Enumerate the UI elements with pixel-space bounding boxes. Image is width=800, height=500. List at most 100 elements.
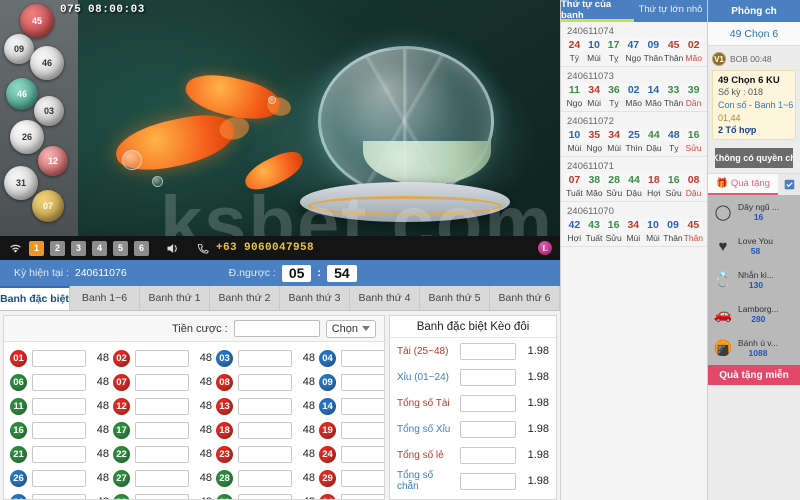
number-bet-cell-31[interactable]: 31 48 [10, 493, 113, 499]
number-bet-cell-33[interactable]: 33 48 [216, 493, 319, 499]
bet-input-09[interactable] [341, 373, 384, 391]
side-bet-row-3[interactable]: Tổng số Xỉu 1.98 [390, 416, 556, 442]
side-bet-input-2[interactable] [460, 394, 516, 412]
bet-input-28[interactable] [238, 469, 292, 487]
number-bet-cell-02[interactable]: 02 48 [113, 349, 216, 367]
number-bet-cell-27[interactable]: 27 48 [113, 469, 216, 487]
tab-banh-thu-6[interactable]: Banh thứ 6 [490, 286, 560, 310]
gift-list[interactable]: ◯ Dây ngũ ... 16 ♥ Love You 58 💍 Nhẫn ki... 130 🚗… [708, 195, 800, 365]
tab-banh-thu-5[interactable]: Banh thứ 5 [420, 286, 490, 310]
side-bet-row-2[interactable]: Tổng số Tài 1.98 [390, 390, 556, 416]
gift-item[interactable]: 💍 Nhẫn ki... 130 [708, 263, 800, 297]
number-bet-cell-09[interactable]: 0948 [319, 373, 384, 391]
live-video-player[interactable]: 45 09 46 46 03 26 12 31 07 075 08:00:03 … [0, 0, 560, 236]
ball-icon-16[interactable]: 16 [10, 421, 27, 439]
ball-icon-08[interactable]: 08 [216, 373, 233, 391]
number-bet-cell-18[interactable]: 18 48 [216, 421, 319, 439]
tab-qua-tang[interactable]: 🎁 Quà tặng [708, 174, 778, 195]
number-bet-cell-23[interactable]: 23 48 [216, 445, 319, 463]
player-controls[interactable]: 1 2 3 4 5 6 +63 9060047958 L [0, 236, 560, 260]
bet-input-04[interactable] [341, 349, 384, 367]
ball-icon-03[interactable]: 03 [216, 349, 233, 367]
ball-icon-33[interactable]: 33 [216, 493, 233, 499]
number-bet-cell-03[interactable]: 03 48 [216, 349, 319, 367]
ball-icon-09[interactable]: 09 [319, 373, 336, 391]
number-bet-cell-32[interactable]: 32 48 [113, 493, 216, 499]
ball-icon-17[interactable]: 17 [113, 421, 130, 439]
chat-bet-card[interactable]: 49 Chọn 6 KU Số kỳ : 018 Con số - Banh 1… [712, 70, 796, 140]
ball-icon-27[interactable]: 27 [113, 469, 130, 487]
ball-icon-24[interactable]: 24 [319, 445, 336, 463]
ball-icon-07[interactable]: 07 [113, 373, 130, 391]
bet-input-22[interactable] [135, 445, 189, 463]
bet-input-08[interactable] [238, 373, 292, 391]
number-bet-cell-13[interactable]: 13 48 [216, 397, 319, 415]
ball-icon-18[interactable]: 18 [216, 421, 233, 439]
number-bet-cell-08[interactable]: 08 48 [216, 373, 319, 391]
number-bet-cell-24[interactable]: 2448 [319, 445, 384, 463]
quality-button-1[interactable]: 1 [29, 240, 44, 256]
quality-button-6[interactable]: 6 [134, 240, 149, 256]
side-bet-row-5[interactable]: Tổng số chẵn 1.98 [390, 468, 556, 494]
bet-input-31[interactable] [32, 493, 86, 499]
number-bet-cell-19[interactable]: 1948 [319, 421, 384, 439]
phone-icon[interactable] [196, 242, 210, 255]
side-bet-input-1[interactable] [460, 368, 516, 386]
side-bet-row-0[interactable]: Tài (25~48) 1.98 [390, 338, 556, 364]
bet-input-14[interactable] [341, 397, 384, 415]
side-bet-input-3[interactable] [460, 420, 516, 438]
bet-amount-select[interactable]: Chọn [325, 319, 376, 338]
bet-input-02[interactable] [135, 349, 189, 367]
side-bet-input-0[interactable] [460, 342, 516, 360]
gift-item[interactable]: ◯ Dây ngũ ... 16 [708, 195, 800, 229]
bet-input-19[interactable] [341, 421, 384, 439]
ball-icon-06[interactable]: 06 [10, 373, 27, 391]
ball-icon-01[interactable]: 01 [10, 349, 27, 367]
gift-tabs[interactable]: 🎁 Quà tặng [708, 173, 800, 195]
number-bet-cell-07[interactable]: 07 48 [113, 373, 216, 391]
ball-icon-28[interactable]: 28 [216, 469, 233, 487]
quality-button-4[interactable]: 4 [92, 240, 107, 256]
ball-icon-23[interactable]: 23 [216, 445, 233, 463]
tab-thu-tu-cua-banh[interactable]: Thứ tự của banh [561, 0, 634, 22]
bet-input-32[interactable] [135, 493, 189, 499]
side-bet-input-4[interactable] [460, 446, 516, 464]
number-bet-cell-01[interactable]: 01 48 [10, 349, 113, 367]
ball-icon-14[interactable]: 14 [319, 397, 336, 415]
quality-button-5[interactable]: 5 [113, 240, 128, 256]
gift-item[interactable]: 🍘 Bánh ú v... 1088 [708, 331, 800, 365]
tab-banh-thu-3[interactable]: Banh thứ 3 [280, 286, 350, 310]
ball-icon-11[interactable]: 11 [10, 397, 27, 415]
side-bet-input-5[interactable] [460, 472, 516, 490]
bet-input-33[interactable] [238, 493, 292, 499]
tab-thu-tu-lon-nho[interactable]: Thứ tự lớn nhỏ [634, 0, 707, 22]
bet-input-29[interactable] [341, 469, 384, 487]
ball-icon-26[interactable]: 26 [10, 469, 27, 487]
number-bet-cell-17[interactable]: 17 48 [113, 421, 216, 439]
tab-banh-1-6[interactable]: Banh 1~6 [70, 286, 140, 310]
bet-input-13[interactable] [238, 397, 292, 415]
bet-input-26[interactable] [32, 469, 86, 487]
number-bet-cell-28[interactable]: 28 48 [216, 469, 319, 487]
side-bet-rows[interactable]: Tài (25~48) 1.98 Xỉu (01~24) 1.98 Tổng số Tà… [390, 338, 556, 494]
number-bet-cell-06[interactable]: 06 48 [10, 373, 113, 391]
bet-tabs[interactable]: Banh đặc biệt Banh 1~6 Banh thứ 1 Banh t… [0, 286, 560, 311]
number-bet-cell-11[interactable]: 11 48 [10, 397, 113, 415]
ball-icon-34[interactable]: 34 [319, 493, 336, 499]
bet-amount-input[interactable] [233, 320, 320, 337]
side-bet-row-4[interactable]: Tổng số lẻ 1.98 [390, 442, 556, 468]
ball-icon-31[interactable]: 31 [10, 493, 27, 499]
brand-logo-icon[interactable]: L [538, 241, 552, 255]
quality-button-2[interactable]: 2 [50, 240, 65, 256]
results-tabs[interactable]: Thứ tự của banh Thứ tự lớn nhỏ [561, 0, 707, 22]
ball-icon-02[interactable]: 02 [113, 349, 130, 367]
ball-icon-12[interactable]: 12 [113, 397, 130, 415]
ball-icon-04[interactable]: 04 [319, 349, 336, 367]
emoji-icon[interactable] [778, 174, 800, 195]
bet-input-06[interactable] [32, 373, 86, 391]
bet-input-34[interactable] [341, 493, 384, 499]
bet-input-07[interactable] [135, 373, 189, 391]
tab-banh-dac-biet[interactable]: Banh đặc biệt [0, 286, 70, 310]
bet-input-27[interactable] [135, 469, 189, 487]
bet-input-24[interactable] [341, 445, 384, 463]
